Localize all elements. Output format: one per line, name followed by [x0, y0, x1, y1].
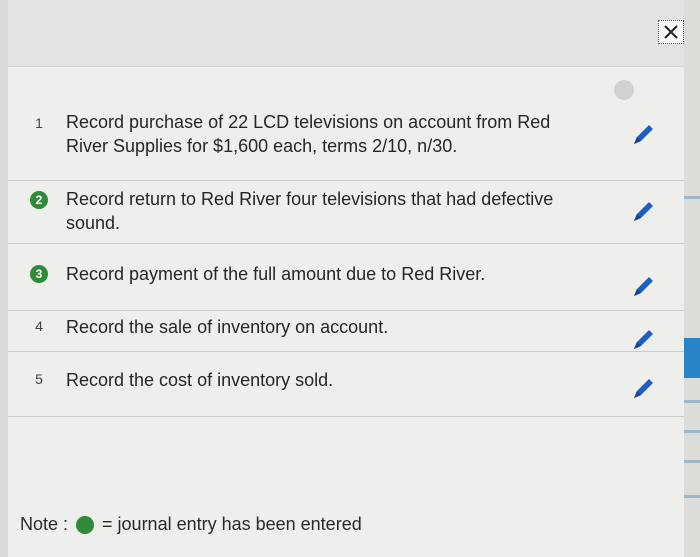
task-description: Record the cost of inventory sold. [66, 370, 334, 390]
adjacent-panel-edge [684, 0, 700, 557]
close-icon [664, 25, 678, 39]
scroll-indicator [614, 80, 634, 100]
journal-entry-worksheet-panel: 1 Record purchase of 22 LCD televisions … [8, 0, 695, 557]
task-description: Record payment of the full amount due to… [66, 264, 486, 284]
pencil-icon[interactable] [628, 374, 658, 404]
entered-status-dot-icon [76, 515, 95, 534]
task-number: 4 [35, 318, 43, 334]
strip-marker [684, 430, 700, 433]
task-row-5[interactable]: 5 Record the cost of inventory sold. [8, 352, 694, 417]
task-row-1[interactable]: 1 Record purchase of 22 LCD televisions … [8, 100, 694, 181]
note-label: Note : [20, 514, 69, 534]
task-number: 5 [35, 371, 43, 387]
strip-marker [684, 460, 700, 463]
task-number-entered: 2 [30, 191, 48, 209]
close-button[interactable] [658, 20, 684, 44]
panel-header [8, 0, 694, 67]
task-description: Record the sale of inventory on account. [66, 317, 389, 337]
task-number-entered: 3 [30, 265, 48, 283]
pencil-icon[interactable] [628, 325, 658, 355]
legend-note: Note : = journal entry has been entered [20, 514, 362, 535]
task-number: 1 [35, 115, 43, 131]
task-description: Record return to Red River four televisi… [66, 189, 554, 233]
strip-highlight [684, 338, 700, 378]
task-row-3[interactable]: 3 Record payment of the full amount due … [8, 244, 694, 311]
pencil-icon[interactable] [628, 272, 658, 302]
task-row-4[interactable]: 4 Record the sale of inventory on accoun… [8, 311, 694, 352]
strip-marker [684, 400, 700, 403]
task-row-2[interactable]: 2 Record return to Red River four televi… [8, 181, 694, 244]
pencil-icon[interactable] [628, 120, 658, 150]
pencil-icon[interactable] [628, 197, 658, 227]
note-text: = journal entry has been entered [102, 514, 362, 534]
strip-marker [684, 196, 700, 199]
strip-marker [684, 495, 700, 498]
task-description: Record purchase of 22 LCD televisions on… [66, 112, 551, 156]
